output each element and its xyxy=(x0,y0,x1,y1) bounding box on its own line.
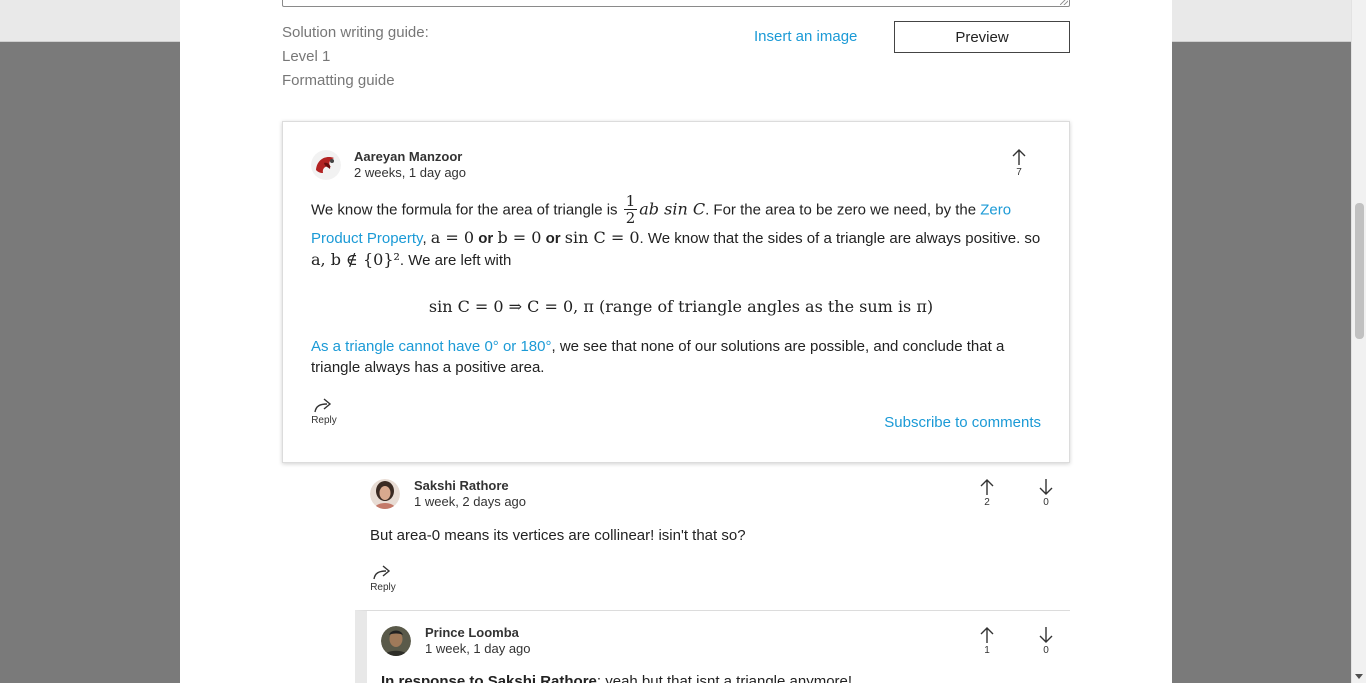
avatar[interactable] xyxy=(370,479,400,509)
math-fraction: 12 xyxy=(623,192,638,227)
body-text: . For the area to be zero we need, by th… xyxy=(705,201,981,219)
reply-label: Reply xyxy=(370,582,396,593)
reply-body: In response to Sakshi Rathore: yeah but … xyxy=(381,671,1041,683)
scrollbar[interactable] xyxy=(1351,0,1366,683)
fraction-denominator: 2 xyxy=(625,209,636,227)
scroll-down-arrow-icon[interactable] xyxy=(1355,674,1363,679)
or-text: or xyxy=(474,230,498,247)
fraction-numerator: 1 xyxy=(623,192,638,210)
author-name[interactable]: Aareyan Manzoor xyxy=(354,149,462,164)
subscribe-link[interactable]: Subscribe to comments xyxy=(884,414,1041,431)
reply-button[interactable]: Reply xyxy=(363,563,403,593)
downvote-count: 0 xyxy=(1043,497,1049,508)
reply-button[interactable]: Reply xyxy=(304,396,344,426)
comment-date: 1 week, 1 day ago xyxy=(425,641,531,656)
or-text: or xyxy=(541,230,565,247)
reply-body: But area-0 means its vertices are collin… xyxy=(370,527,746,544)
math-sin-zero: sin C = 0 xyxy=(564,228,640,247)
body-text: We know the formula for the area of tria… xyxy=(311,201,622,219)
avatar[interactable] xyxy=(311,150,341,180)
mention-link[interactable]: Sakshi Rathore xyxy=(488,673,597,683)
math-set: a, b ∉ {0}² xyxy=(311,250,400,269)
downvote-button[interactable]: 0 xyxy=(1031,478,1061,508)
math-b-zero: b = 0 xyxy=(497,228,542,247)
downvote-button[interactable]: 0 xyxy=(1031,626,1061,656)
upvote-count: 1 xyxy=(984,645,990,656)
math-a-zero: a = 0 xyxy=(430,228,475,247)
insert-image-link[interactable]: Insert an image xyxy=(754,28,857,45)
body-text: . We know that the sides of a triangle a… xyxy=(639,230,1041,247)
arrow-up-icon xyxy=(1012,149,1026,165)
arrow-down-icon xyxy=(1039,479,1053,495)
in-response-prefix: In response to xyxy=(381,673,488,683)
avatar[interactable] xyxy=(381,626,411,656)
solution-discussion-panel: Solution writing guide: Level 1 Formatti… xyxy=(180,0,1172,683)
author-name[interactable]: Prince Loomba xyxy=(425,625,519,640)
body-text: : yeah but that isnt a triangle anymore! xyxy=(596,673,853,683)
reply-label: Reply xyxy=(311,415,337,426)
arrow-up-icon xyxy=(980,627,994,643)
comment-body: We know the formula for the area of tria… xyxy=(311,192,1051,271)
resize-grip-icon[interactable] xyxy=(1060,0,1068,5)
guide-level-link[interactable]: Level 1 xyxy=(282,48,330,65)
upvote-count: 2 xyxy=(984,497,990,508)
comment-card: Aareyan Manzoor 2 weeks, 1 day ago 7 We … xyxy=(282,121,1070,463)
downvote-count: 0 xyxy=(1043,645,1049,656)
author-name[interactable]: Sakshi Rathore xyxy=(414,478,509,493)
upvote-button[interactable]: 1 xyxy=(972,626,1002,656)
upvote-button[interactable]: 7 xyxy=(1004,148,1034,178)
math-area: ab sin C xyxy=(639,199,706,219)
nested-reply: Prince Loomba 1 week, 1 day ago 1 0 In r… xyxy=(355,610,1070,683)
scrollbar-thumb[interactable] xyxy=(1355,203,1364,339)
comment-date: 2 weeks, 1 day ago xyxy=(354,165,467,180)
display-equation: sin C = 0 ⇒ C = 0, π (range of triangle … xyxy=(428,297,934,316)
body-text: , xyxy=(422,230,431,247)
comment-date: 1 week, 2 days ago xyxy=(414,494,527,509)
arrow-down-icon xyxy=(1039,627,1053,643)
formatting-guide-link[interactable]: Formatting guide xyxy=(282,72,395,89)
reply-arrow-icon xyxy=(314,398,332,413)
triangle-angles-link[interactable]: As a triangle cannot have 0° or 180° xyxy=(311,338,551,355)
reply-arrow-icon xyxy=(373,565,391,580)
upvote-count: 7 xyxy=(1016,167,1022,178)
preview-button[interactable]: Preview xyxy=(894,21,1070,53)
guide-title: Solution writing guide: xyxy=(282,24,429,41)
solution-textarea[interactable] xyxy=(282,0,1070,7)
arrow-up-icon xyxy=(980,479,994,495)
upvote-button[interactable]: 2 xyxy=(972,478,1002,508)
body-text: . We are left with xyxy=(399,252,512,269)
comment-conclusion: As a triangle cannot have 0° or 180°, we… xyxy=(311,336,1051,378)
